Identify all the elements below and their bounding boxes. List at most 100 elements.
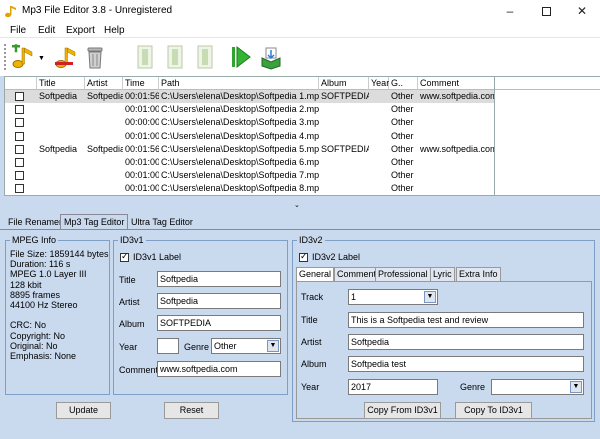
splitter[interactable]: ⌄ [0,197,600,212]
row-checkbox[interactable] [15,158,24,167]
row-checkbox[interactable] [15,105,24,115]
tab-mp3-tag-editor[interactable]: Mp3 Tag Editor [60,214,129,229]
file-list[interactable]: Title Artist Time Path Album Year G.. Co… [4,76,495,196]
table-row[interactable]: 00:01:00 C:\Users\elena\Desktop\Softpedia… [5,103,494,116]
reset-button[interactable]: Reset [164,402,219,419]
column-header-title[interactable]: Title [37,77,85,90]
copy-to-id3v1-button[interactable]: Copy To ID3v1 [455,402,532,419]
maximize-button[interactable] [528,0,564,22]
column-header-artist[interactable]: Artist [85,77,123,90]
id3v2-tabs: General Comment Professional Lyric Extra… [296,267,592,281]
cell-time: 00:01:00 [125,170,159,181]
cell-year [371,182,389,195]
cell-comment [420,182,494,195]
tab-professional[interactable]: Professional [375,267,431,281]
chevron-down-icon[interactable]: ▼ [267,340,279,352]
page-last-button[interactable] [192,42,218,72]
cell-comment [420,116,494,129]
cell-year [371,116,389,129]
menu-bar: File Edit Export Help [0,22,600,38]
row-checkbox[interactable] [15,184,24,194]
row-checkbox[interactable] [15,144,24,154]
cell-title [39,182,85,195]
table-row[interactable]: 00:01:00 C:\Users\elena\Desktop\Softpedia… [5,156,494,169]
id3v2-title-input[interactable]: This is a Softpedia test and review [348,312,584,328]
play-button[interactable] [228,42,254,72]
window-title: Mp3 File Editor 3.8 - Unregistered [22,5,173,16]
cell-comment: www.softpedia.com [420,143,495,154]
table-row[interactable]: 00:00:00 C:\Users\elena\Desktop\Softpedia… [5,116,494,129]
tab-lyric[interactable]: Lyric [430,267,455,281]
add-files-dropdown-icon[interactable]: ▼ [38,55,45,62]
add-files-button[interactable] [10,42,36,72]
save-button[interactable] [258,42,284,72]
chevron-down-icon[interactable]: ▼ [570,381,582,393]
id3v2-genre-select[interactable]: ▼ [491,379,584,395]
table-row[interactable]: 00:01:00 C:\Users\elena\Desktop\Softpedia… [5,182,494,195]
cell-album [321,156,369,169]
mpeg-info-line: Copyright: No [10,330,66,341]
table-row[interactable]: Softpedia Softpedia 00:01:56 C:\Users\elena… [5,143,494,156]
copy-from-id3v1-button[interactable]: Copy From ID3v1 [364,402,441,419]
mpeg-info-label: MPEG Info [10,235,59,245]
page-middle-button[interactable] [162,42,188,72]
id3v1-title-label: Title [119,275,136,285]
id3v2-checkbox-label: ID3v2 Label [312,252,361,262]
tab-extra-info[interactable]: Extra Info [456,267,501,281]
tab-comment[interactable]: Comment [334,267,380,281]
id3v1-album-label: Album [119,319,145,329]
column-header-check[interactable] [5,77,37,90]
chevron-down-icon[interactable]: ⌄ [294,201,300,209]
chevron-down-icon[interactable]: ▼ [424,291,436,303]
column-header-genre[interactable]: G.. [389,77,418,90]
id3v1-genre-select[interactable]: Other ▼ [211,338,281,354]
cell-path: C:\Users\elena\Desktop\Softpedia 1.mp3 [161,91,319,101]
id3v1-artist-input[interactable]: Softpedia [157,293,281,309]
id3v2-title-label: Title [301,315,318,325]
menu-file[interactable]: File [10,25,26,36]
track-select[interactable]: 1 ▼ [348,289,438,305]
row-checkbox[interactable] [15,171,24,181]
cell-path: C:\Users\elena\Desktop\Softpedia 2.mp3 [161,104,319,115]
minimize-button[interactable]: – [492,0,528,22]
id3v1-checkbox[interactable]: ✓ [120,251,129,262]
column-header-year[interactable]: Year [369,77,389,90]
mpeg-info-line [10,310,109,320]
remove-file-button[interactable] [52,42,78,72]
table-row[interactable]: Softpedia Softpedia 00:01:56 C:\Users\elena… [5,90,494,103]
id3v1-year-input[interactable] [157,338,179,354]
id3v2-album-input[interactable]: Softpedia test [348,356,584,372]
menu-edit[interactable]: Edit [38,25,55,36]
id3v1-comment-label: Comment [119,365,159,375]
id3v1-comment-input[interactable]: www.softpedia.com [157,361,281,377]
table-row[interactable]: 00:01:00 C:\Users\elena\Desktop\Softpedia… [5,169,494,182]
id3v2-year-input[interactable]: 2017 [348,379,438,395]
id3v2-checkbox[interactable]: ✓ [299,251,308,262]
cell-album [321,130,369,143]
column-header-comment[interactable]: Comment [418,77,494,90]
id3v1-album-input[interactable]: SOFTPEDIA [157,315,281,331]
page-first-button[interactable] [132,42,158,72]
row-checkbox[interactable] [15,92,24,101]
id3v1-title-input[interactable]: Softpedia [157,271,281,287]
tab-file-renamer[interactable]: File Renamer [4,214,66,229]
clear-list-button[interactable] [82,42,108,72]
menu-export[interactable]: Export [66,25,95,36]
row-checkbox[interactable] [15,131,24,141]
id3v2-group: ID3v2 ✓ ID3v2 Label General Comment Prof… [292,235,595,422]
tab-ultra-tag-editor[interactable]: Ultra Tag Editor [127,214,197,229]
mpeg-info-line: Emphasis: None [10,350,77,361]
column-header-album[interactable]: Album [319,77,369,90]
id3v2-year-label: Year [301,382,320,392]
tab-general[interactable]: General [296,267,335,281]
table-row[interactable]: 00:01:00 C:\Users\elena\Desktop\Softpedia… [5,130,494,143]
cell-path: C:\Users\elena\Desktop\Softpedia 4.mp3 [161,130,319,141]
update-button[interactable]: Update [56,402,111,419]
close-button[interactable]: ✕ [564,0,600,22]
column-header-path[interactable]: Path [159,77,319,90]
column-header-time[interactable]: Time [123,77,159,90]
id3v2-artist-input[interactable]: Softpedia [348,334,584,350]
row-checkbox[interactable] [15,118,24,128]
toolbar-grip [4,44,6,70]
menu-help[interactable]: Help [104,25,125,36]
